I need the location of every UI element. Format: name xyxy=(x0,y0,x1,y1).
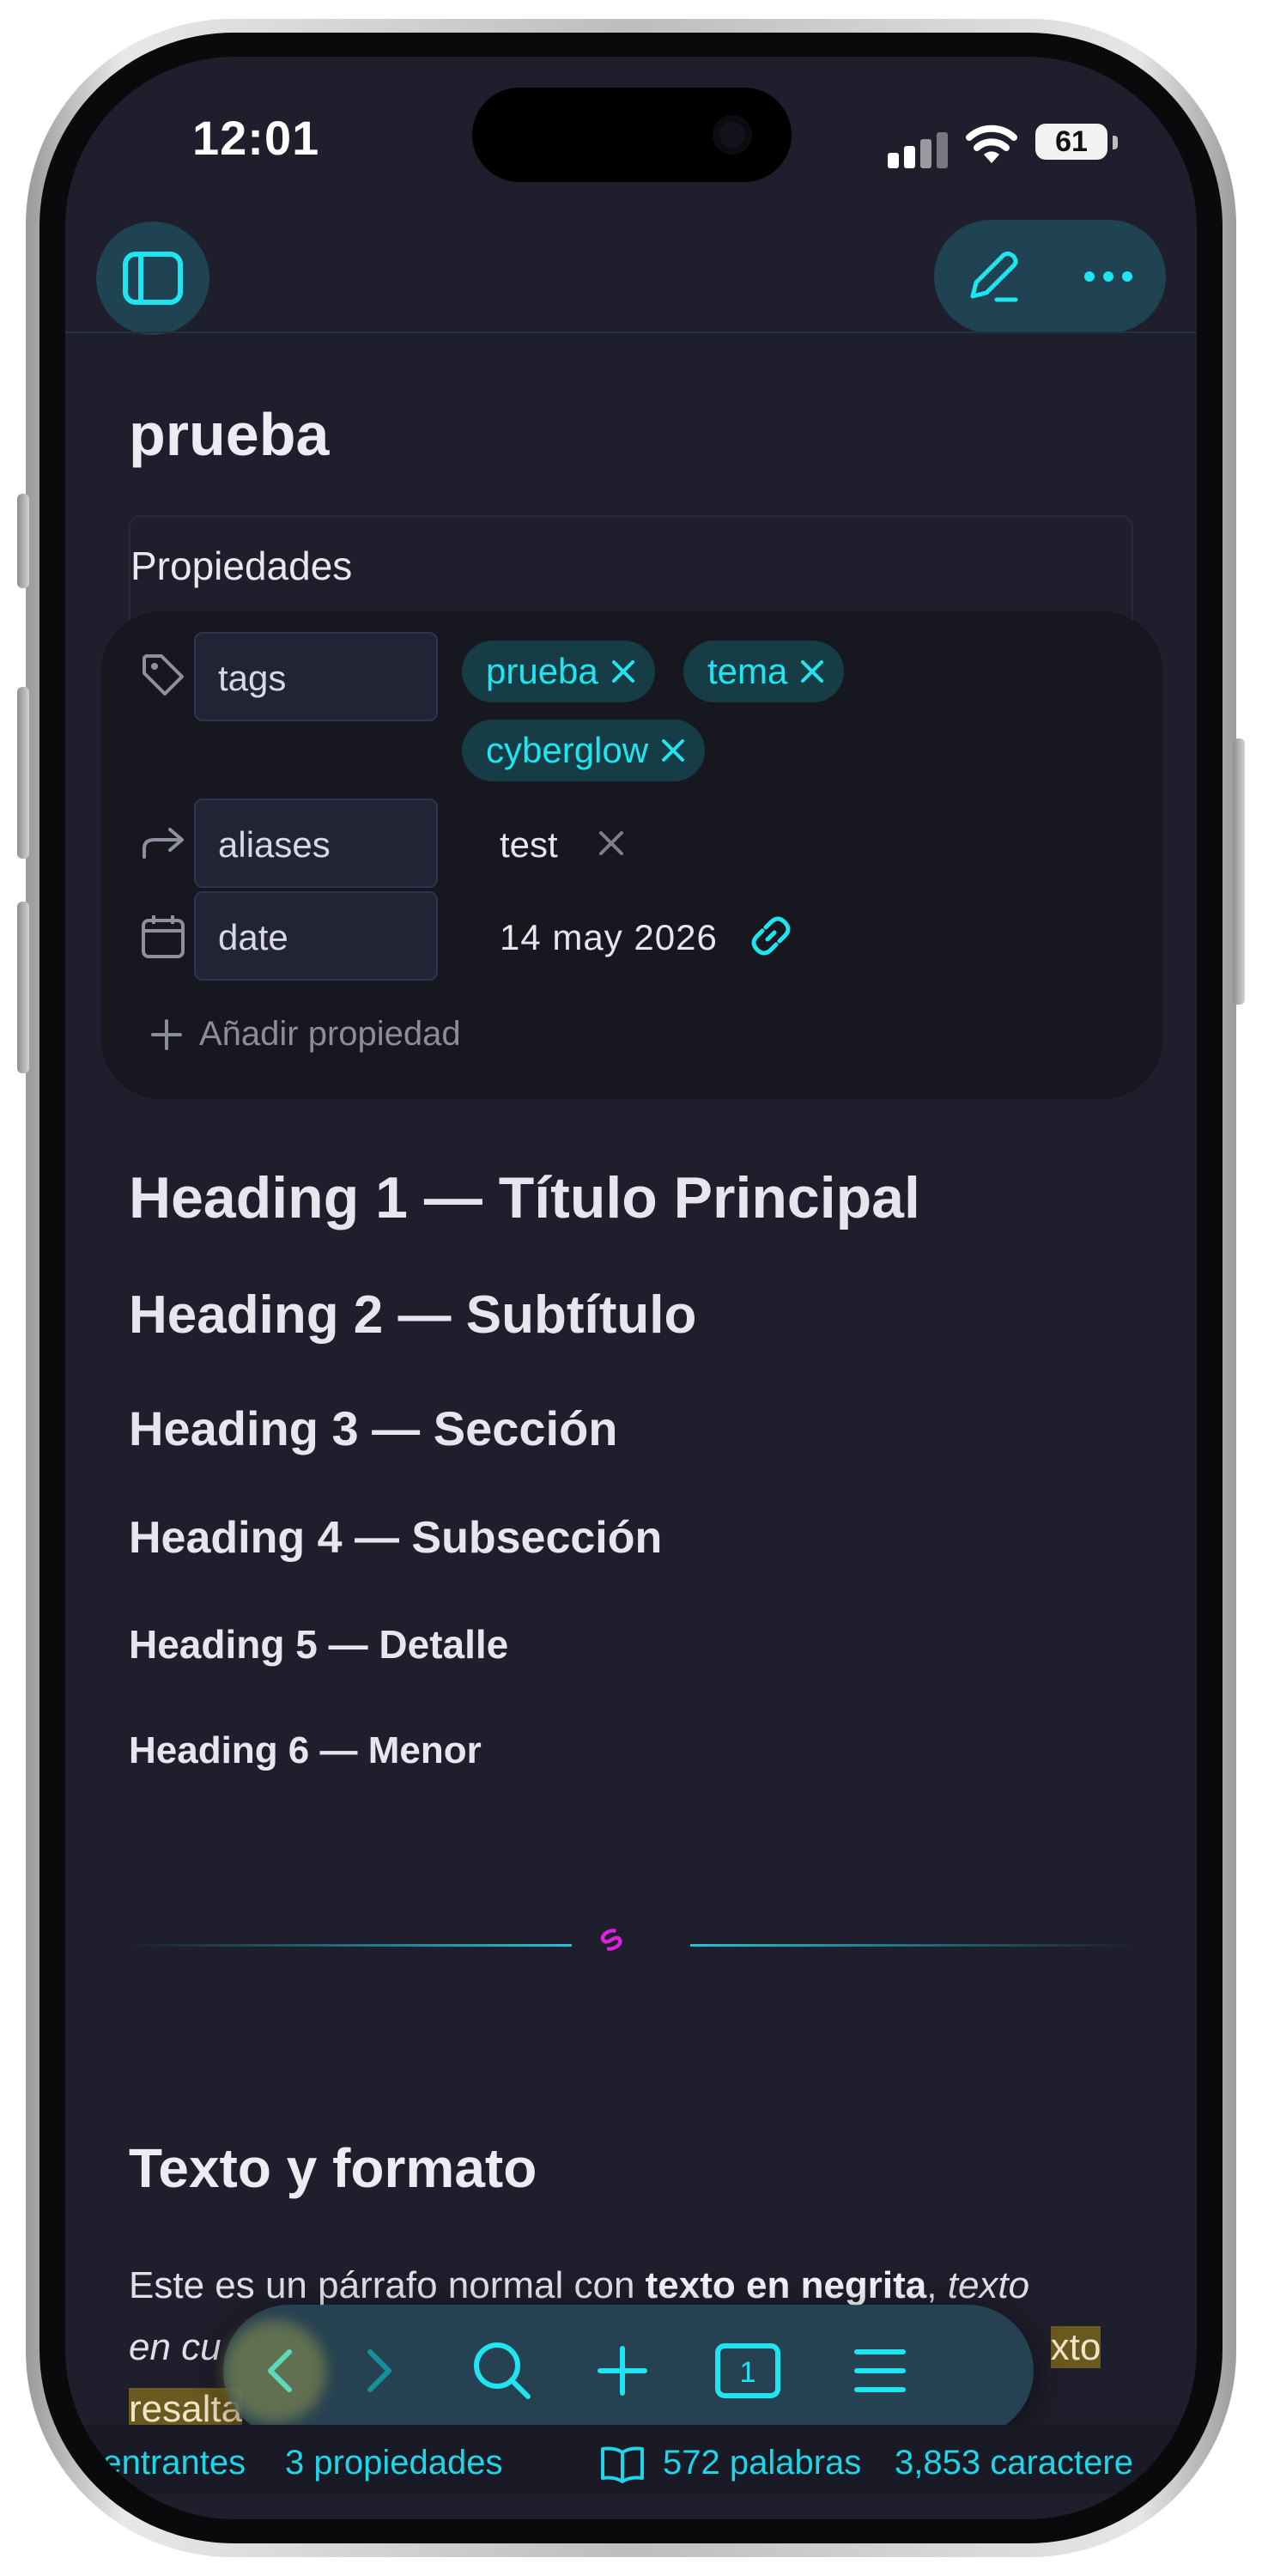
bottom-navigation: 1 xyxy=(223,2305,1034,2437)
power-button xyxy=(1233,738,1245,1005)
sidebar-icon xyxy=(123,252,183,305)
plus-icon xyxy=(151,1018,182,1050)
edit-button[interactable] xyxy=(934,220,1050,333)
reading-mode-icon[interactable] xyxy=(599,2445,646,2483)
calendar-icon xyxy=(136,908,191,963)
link-icon[interactable] xyxy=(747,912,795,960)
word-count: 572 palabras xyxy=(663,2444,862,2482)
hamburger-menu-icon xyxy=(854,2349,906,2392)
status-time: 12:01 xyxy=(192,111,320,165)
section-heading: Texto y formato xyxy=(129,2137,537,2199)
divider-line-left xyxy=(129,1944,572,1947)
tab-count: 1 xyxy=(740,2356,756,2389)
new-note-button[interactable] xyxy=(567,2305,678,2437)
property-key-aliases[interactable]: aliases xyxy=(194,799,438,888)
menu-button[interactable] xyxy=(824,2305,936,2437)
heading-1: Heading 1 — Título Principal xyxy=(129,1165,920,1230)
property-key-label: tags xyxy=(218,658,287,698)
italic-text: texto xyxy=(947,2264,1030,2306)
status-footer: 0 entrantes 3 propiedades 572 palabras 3… xyxy=(65,2425,1197,2494)
camera-icon xyxy=(713,115,752,155)
add-property-label: Añadir propiedad xyxy=(199,1015,461,1053)
ellipsis-icon xyxy=(1083,271,1132,282)
heading-6: Heading 6 — Menor xyxy=(129,1729,482,1771)
tag-label: tema xyxy=(707,651,788,691)
note-actions-pill xyxy=(934,220,1166,333)
toggle-sidebar-button[interactable] xyxy=(96,222,209,335)
remove-tag-icon[interactable] xyxy=(799,659,825,684)
tag-label: cyberglow xyxy=(486,730,649,770)
action-button xyxy=(17,494,29,588)
forward-button[interactable] xyxy=(325,2305,436,2437)
wifi-icon xyxy=(966,125,1017,163)
para-text: Este es un párrafo normal con xyxy=(129,2264,646,2306)
remove-alias-icon[interactable] xyxy=(596,828,627,859)
properties-label: Propiedades xyxy=(130,544,353,588)
nav-glow xyxy=(223,2320,326,2423)
alias-arrow-icon xyxy=(136,816,191,871)
tabs-icon: 1 xyxy=(715,2343,780,2398)
battery-cap xyxy=(1113,136,1118,149)
tag-label: prueba xyxy=(486,651,598,691)
search-icon xyxy=(474,2342,531,2399)
volume-down-button xyxy=(17,902,29,1073)
italic-text: en cu xyxy=(129,2326,221,2368)
tag-chip[interactable]: tema xyxy=(683,641,845,702)
backlinks-count[interactable]: 0 entrantes xyxy=(74,2444,246,2482)
properties-panel: tags prueba tema cyberglow aliases test … xyxy=(101,611,1162,1099)
divider-ornament: ട xyxy=(591,1917,628,1961)
search-button[interactable] xyxy=(446,2305,558,2437)
tabs-button[interactable]: 1 xyxy=(692,2305,804,2437)
plus-icon xyxy=(598,2346,647,2396)
alias-value[interactable]: test xyxy=(500,824,558,866)
heading-3: Heading 3 — Sección xyxy=(129,1401,618,1455)
remove-tag-icon[interactable] xyxy=(610,659,636,684)
heading-4: Heading 4 — Subsección xyxy=(129,1513,663,1563)
cellular-signal-icon xyxy=(888,129,948,168)
pencil-icon xyxy=(970,251,1017,302)
remove-tag-icon[interactable] xyxy=(660,738,686,763)
heading-5: Heading 5 — Detalle xyxy=(129,1622,509,1667)
tag-icon xyxy=(136,647,191,702)
chevron-right-icon xyxy=(367,2349,391,2392)
add-property-button[interactable]: Añadir propiedad xyxy=(149,1015,461,1054)
highlight-text: xto xyxy=(1050,2326,1101,2368)
property-key-tags[interactable]: tags xyxy=(194,632,438,721)
note-title[interactable]: prueba xyxy=(129,400,329,469)
volume-up-button xyxy=(17,687,29,859)
battery-icon: 61 xyxy=(1035,124,1107,160)
property-key-label: aliases xyxy=(218,824,331,865)
property-key-date[interactable]: date xyxy=(194,891,438,981)
date-value[interactable]: 14 may 2026 xyxy=(500,917,718,958)
heading-2: Heading 2 — Subtítulo xyxy=(129,1285,697,1345)
character-count: 3,853 caractere xyxy=(895,2444,1133,2482)
tag-chip[interactable]: cyberglow xyxy=(462,720,706,781)
properties-count[interactable]: 3 propiedades xyxy=(285,2444,503,2482)
dynamic-island xyxy=(472,88,792,182)
screen: 12:01 61 prueba Propiedades tags prueba … xyxy=(65,57,1197,2519)
property-key-label: date xyxy=(218,917,288,957)
toolbar-divider xyxy=(65,331,1197,333)
divider-line-right xyxy=(690,1944,1133,1947)
para-text: , xyxy=(926,2264,948,2306)
tag-chip[interactable]: prueba xyxy=(462,641,655,702)
battery-level: 61 xyxy=(1055,125,1088,158)
more-options-button[interactable] xyxy=(1050,220,1166,333)
bold-text: texto en negrita xyxy=(645,2264,927,2306)
